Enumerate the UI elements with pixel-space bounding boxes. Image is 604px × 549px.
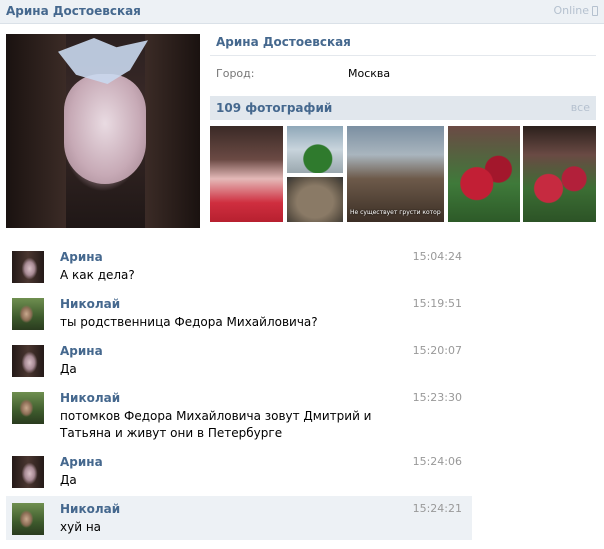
- message-avatar[interactable]: [12, 298, 44, 330]
- message-time: 15:04:24: [412, 250, 462, 263]
- profile-photo-paper: [58, 38, 148, 84]
- message-author[interactable]: Николай: [60, 297, 120, 311]
- photo-thumb-5[interactable]: [448, 126, 520, 222]
- photo-thumb-4-caption: Не существует грусти котор нельзя измени…: [350, 209, 441, 216]
- message-avatar[interactable]: [12, 345, 44, 377]
- message-time: 15:20:07: [412, 344, 462, 357]
- message-author[interactable]: Арина: [60, 250, 103, 264]
- message-avatar[interactable]: [12, 251, 44, 283]
- top-bar: Арина Достоевская Online: [0, 0, 604, 24]
- profile-photo[interactable]: [6, 34, 200, 228]
- message-time: 15:19:51: [412, 297, 462, 310]
- message-item: Николай 15:19:51 ты родственница Федора …: [6, 291, 472, 337]
- photo-thumb-6[interactable]: [523, 126, 596, 222]
- city-value[interactable]: Москва: [348, 67, 390, 80]
- message-author[interactable]: Николай: [60, 502, 120, 516]
- message-text: А как дела?: [60, 268, 135, 282]
- message-text: ты родственница Федора Михайловича?: [60, 315, 318, 329]
- message-text: потомков Федора Михайловича зовут Дмитри…: [60, 409, 372, 440]
- message-time: 15:24:21: [412, 502, 462, 515]
- photo-thumb-4[interactable]: Не существует грусти котор нельзя измени…: [347, 126, 444, 222]
- message-text: Да: [60, 473, 77, 487]
- profile-photo-face: [64, 74, 146, 184]
- message-avatar[interactable]: [12, 392, 44, 424]
- message-item: Николай 15:23:30 потомков Федора Михайло…: [6, 385, 472, 449]
- photo-thumb-3[interactable]: [287, 177, 343, 222]
- mobile-phone-icon: [592, 5, 598, 16]
- message-item-highlighted: Николай 15:24:21 хуй на: [6, 496, 472, 540]
- message-avatar[interactable]: [12, 456, 44, 488]
- profile-photo-hair-right: [145, 34, 200, 228]
- message-time: 15:23:30: [412, 391, 462, 404]
- message-text: хуй на: [60, 520, 102, 534]
- header-user-name[interactable]: Арина Достоевская: [6, 4, 141, 18]
- message-time: 15:24:06: [412, 455, 462, 468]
- message-item: Арина 15:04:24 А как дела?: [6, 244, 472, 290]
- message-item: Арина 15:24:06 Да: [6, 449, 472, 495]
- photos-count-link[interactable]: 109 фотографий: [216, 101, 332, 115]
- city-label: Город:: [216, 67, 255, 80]
- photos-header: 109 фотографий все: [210, 96, 596, 120]
- message-text: Да: [60, 362, 77, 376]
- online-status-label: Online: [553, 4, 589, 17]
- message-avatar[interactable]: [12, 503, 44, 535]
- profile-photo-hair-left: [6, 34, 66, 228]
- message-author[interactable]: Арина: [60, 344, 103, 358]
- message-author[interactable]: Николай: [60, 391, 120, 405]
- message-item: Арина 15:20:07 Да: [6, 338, 472, 384]
- photo-thumb-2[interactable]: [287, 126, 343, 173]
- photos-all-link[interactable]: все: [571, 101, 590, 114]
- photo-thumb-1[interactable]: [210, 126, 283, 222]
- online-status: Online: [554, 4, 598, 17]
- profile-name: Арина Достоевская: [216, 35, 351, 49]
- profile-divider: [210, 55, 596, 56]
- message-author[interactable]: Арина: [60, 455, 103, 469]
